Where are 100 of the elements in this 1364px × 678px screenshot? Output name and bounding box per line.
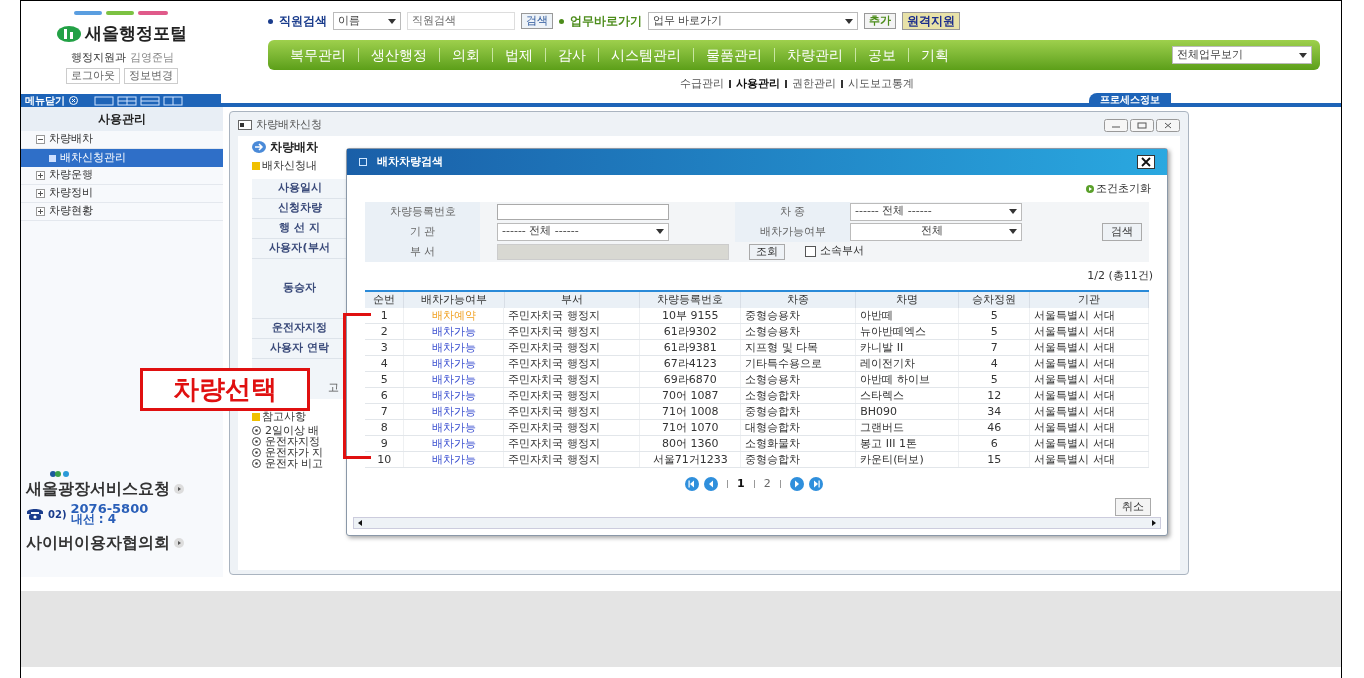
user-council-link[interactable]: 사이버이용자협의회	[26, 531, 170, 555]
table-cell: 서울특별시 서대	[1030, 372, 1149, 387]
process-info-tab[interactable]: 프로세스정보	[1089, 93, 1171, 107]
table-cell: 5	[365, 372, 405, 387]
remote-support-button[interactable]: 원격지원	[902, 12, 960, 30]
all-tasks-select[interactable]: 전체업무보기	[1172, 46, 1312, 64]
registration-number-field[interactable]	[497, 203, 669, 220]
column-header: 승차정원	[959, 292, 1031, 308]
form-label: 고	[328, 380, 339, 397]
status-cell[interactable]: 배차가능	[404, 356, 505, 371]
status-cell[interactable]: 배차가능	[404, 436, 505, 451]
table-cell: 소형승합차	[741, 388, 857, 403]
tree-item[interactable]: 차량현황	[21, 203, 223, 221]
table-cell: 중형승합차	[741, 452, 857, 467]
add-button[interactable]: 추가	[864, 13, 896, 29]
annotation-callout: 차량선택	[140, 368, 310, 411]
table-cell: 주민자치국 행정지	[504, 308, 641, 323]
phone-icon	[26, 507, 44, 521]
header-button[interactable]: 로그아웃	[66, 68, 120, 84]
field-label: 차량등록번호	[365, 201, 480, 222]
table-cell: 서울특별시 서대	[1030, 308, 1149, 323]
status-cell[interactable]: 배차가능	[404, 372, 505, 387]
shortcut-select[interactable]: 업무 바로가기	[648, 12, 858, 30]
search-button[interactable]: 검색	[521, 13, 553, 29]
search-type-select[interactable]: 이름	[333, 12, 401, 30]
expand-icon[interactable]	[36, 207, 45, 216]
sub-nav-link[interactable]: 시도보고통계	[848, 76, 914, 93]
bullet-icon	[252, 412, 260, 421]
bullet-icon	[252, 459, 261, 468]
collapse-icon[interactable]	[36, 135, 45, 144]
dots-icon	[50, 471, 70, 477]
table-cell: 2	[365, 324, 405, 339]
table-cell: 80어 1360	[640, 436, 742, 451]
column-header: 순번	[365, 292, 405, 308]
bullet-icon	[252, 448, 261, 457]
status-cell[interactable]: 배차가능	[404, 420, 505, 435]
service-request-link[interactable]: 새올광장서비스요청	[26, 477, 170, 501]
user-department: 행정지원과	[70, 49, 126, 66]
status-cell[interactable]: 배차가능	[404, 452, 505, 467]
table-cell: 34	[959, 404, 1031, 419]
organization-select[interactable]: ------ 전체 ------	[497, 222, 669, 241]
sub-nav-link[interactable]: 사용관리	[736, 76, 780, 93]
reset-conditions-link[interactable]: 조건초기화	[1096, 181, 1151, 198]
sidebar-title: 사용관리	[21, 107, 223, 131]
column-header: 기관	[1030, 292, 1149, 308]
status-cell[interactable]: 배차가능	[404, 388, 505, 403]
phone-extension: 내선 : 4	[70, 514, 116, 525]
status-cell[interactable]: 배차가능	[404, 404, 505, 419]
sub-nav-link[interactable]: 권한관리	[792, 76, 836, 93]
search-button[interactable]: 검색	[1101, 222, 1142, 241]
previous-page-icon[interactable]	[704, 477, 718, 492]
table-cell: 15	[959, 452, 1031, 467]
table-cell: 9	[365, 436, 405, 451]
staff-search-field[interactable]: 직원검색	[407, 12, 515, 30]
close-icon[interactable]	[1137, 155, 1155, 169]
page-link[interactable]: 2	[763, 476, 771, 493]
table-cell: 그랜버드	[856, 420, 960, 435]
lookup-button[interactable]: 조회	[749, 243, 785, 260]
table-cell: 서울특별시 서대	[1030, 452, 1149, 467]
caret-icon	[1299, 52, 1307, 58]
status-cell[interactable]: 배차가능	[404, 324, 505, 339]
note-text: 운전자 비고	[265, 458, 324, 469]
table-cell: 스타렉스	[856, 388, 960, 403]
caret-icon	[1009, 209, 1017, 214]
arrow-icon	[252, 141, 266, 153]
maximize-icon[interactable]	[1130, 118, 1154, 132]
bullet-icon	[559, 18, 564, 24]
header-button[interactable]: 정보변경	[124, 68, 178, 84]
table-cell: 주민자치국 행정지	[504, 372, 641, 387]
tree-item[interactable]: 배차신청관리	[21, 149, 223, 167]
next-page-icon[interactable]	[789, 477, 804, 492]
sub-nav-link[interactable]: 수급관리	[680, 76, 724, 93]
tree-item[interactable]: 차량운행	[21, 167, 223, 185]
table-cell: 12	[959, 388, 1031, 403]
bullet-icon	[268, 18, 273, 24]
own-department-checkbox[interactable]	[805, 246, 816, 257]
menu-close-tab[interactable]: 메뉴닫기	[21, 94, 221, 107]
table-cell: 서울71거1233	[640, 452, 742, 467]
status-cell[interactable]: 배차가능	[404, 340, 505, 355]
last-page-icon[interactable]	[808, 477, 823, 492]
page-link[interactable]: 1	[737, 476, 745, 493]
expand-icon[interactable]	[36, 189, 45, 198]
expand-icon[interactable]	[36, 171, 45, 180]
cancel-button[interactable]: 취소	[1115, 497, 1151, 516]
result-count: 1/2 (총11건)	[1087, 267, 1153, 284]
tree-item[interactable]: 차량정비	[21, 185, 223, 203]
minimize-icon[interactable]	[1104, 118, 1128, 132]
section-heading: 차량배차	[270, 139, 318, 156]
availability-select[interactable]: 전체	[850, 222, 1022, 241]
table-cell: 46	[959, 420, 1031, 435]
caret-icon	[845, 18, 853, 24]
first-page-icon[interactable]	[685, 477, 699, 492]
subsection-title: 배차신청내	[262, 158, 317, 174]
window-icon	[238, 120, 252, 130]
layout-icon[interactable]	[94, 95, 184, 106]
table-cell: 5	[959, 372, 1031, 387]
table-cell: 소형승용차	[741, 324, 857, 339]
field-label: 기 관	[365, 221, 480, 242]
horizontal-scrollbar[interactable]	[353, 517, 1161, 529]
vehicle-type-select[interactable]: ------ 전체 ------	[850, 202, 1022, 221]
